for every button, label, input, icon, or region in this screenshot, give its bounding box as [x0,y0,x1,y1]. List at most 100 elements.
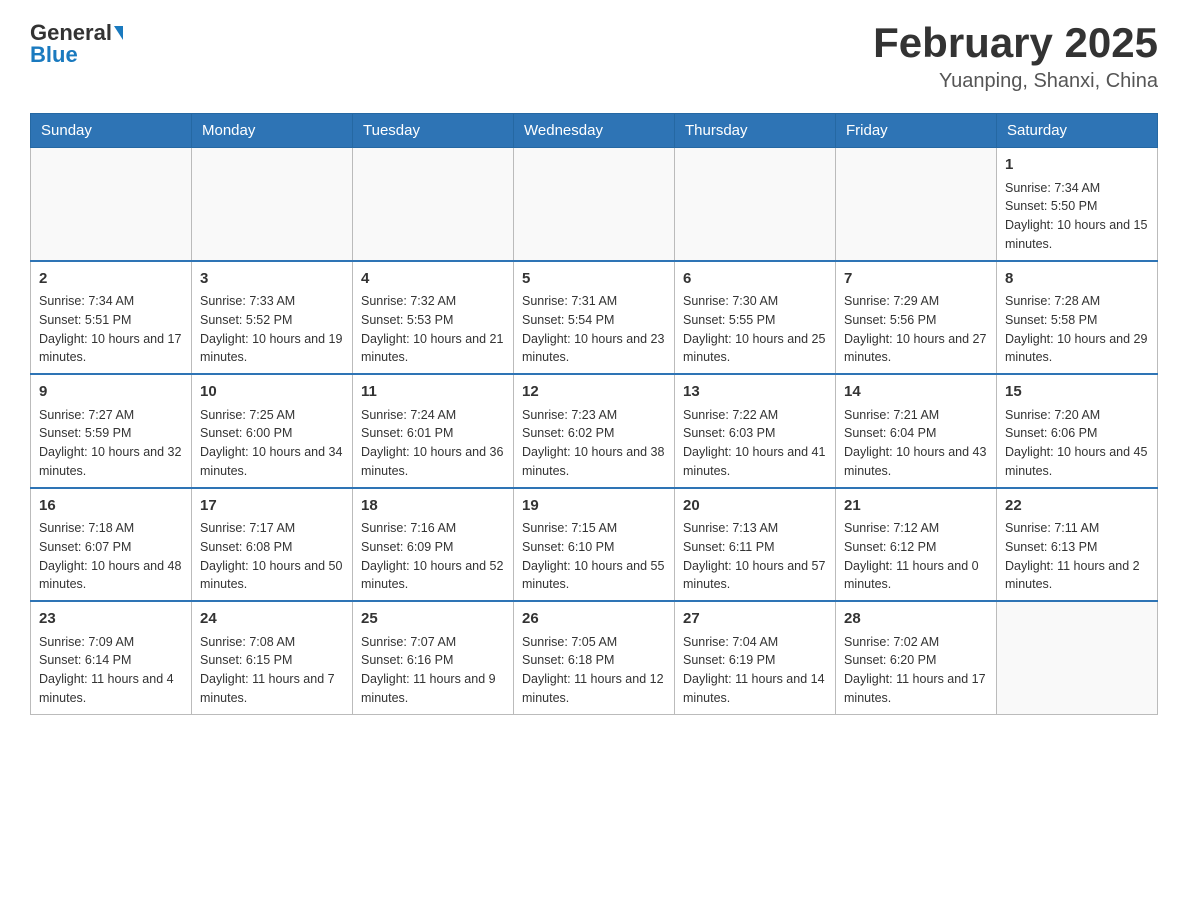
day-number: 15 [1005,381,1149,404]
day-info: Sunrise: 7:20 AMSunset: 6:06 PMDaylight:… [1005,406,1149,481]
calendar-day-cell: 17Sunrise: 7:17 AMSunset: 6:08 PMDayligh… [192,488,353,602]
day-info: Sunrise: 7:34 AMSunset: 5:50 PMDaylight:… [1005,179,1149,254]
day-number: 7 [844,268,988,291]
calendar-day-cell [353,148,514,261]
day-number: 21 [844,495,988,518]
calendar-day-cell [192,148,353,261]
title-block: February 2025 Yuanping, Shanxi, China [873,20,1158,93]
day-number: 5 [522,268,666,291]
calendar-day-cell: 22Sunrise: 7:11 AMSunset: 6:13 PMDayligh… [997,488,1158,602]
page-subtitle: Yuanping, Shanxi, China [873,70,1158,93]
calendar-day-cell: 4Sunrise: 7:32 AMSunset: 5:53 PMDaylight… [353,261,514,375]
day-number: 1 [1005,154,1149,177]
day-info: Sunrise: 7:15 AMSunset: 6:10 PMDaylight:… [522,519,666,594]
day-number: 12 [522,381,666,404]
calendar-day-cell: 10Sunrise: 7:25 AMSunset: 6:00 PMDayligh… [192,374,353,488]
day-number: 10 [200,381,344,404]
calendar-day-cell: 12Sunrise: 7:23 AMSunset: 6:02 PMDayligh… [514,374,675,488]
day-number: 18 [361,495,505,518]
day-number: 25 [361,608,505,631]
calendar-day-header: Thursday [675,114,836,148]
day-number: 23 [39,608,183,631]
day-info: Sunrise: 7:08 AMSunset: 6:15 PMDaylight:… [200,633,344,708]
day-info: Sunrise: 7:34 AMSunset: 5:51 PMDaylight:… [39,292,183,367]
day-info: Sunrise: 7:18 AMSunset: 6:07 PMDaylight:… [39,519,183,594]
calendar-day-cell: 21Sunrise: 7:12 AMSunset: 6:12 PMDayligh… [836,488,997,602]
calendar-day-cell: 28Sunrise: 7:02 AMSunset: 6:20 PMDayligh… [836,601,997,714]
day-number: 8 [1005,268,1149,291]
calendar-day-cell: 11Sunrise: 7:24 AMSunset: 6:01 PMDayligh… [353,374,514,488]
day-number: 17 [200,495,344,518]
calendar-day-cell: 3Sunrise: 7:33 AMSunset: 5:52 PMDaylight… [192,261,353,375]
day-number: 20 [683,495,827,518]
calendar-week-row: 1Sunrise: 7:34 AMSunset: 5:50 PMDaylight… [31,148,1158,261]
calendar-day-cell: 8Sunrise: 7:28 AMSunset: 5:58 PMDaylight… [997,261,1158,375]
logo-triangle-icon [114,26,123,40]
day-info: Sunrise: 7:21 AMSunset: 6:04 PMDaylight:… [844,406,988,481]
calendar-day-cell: 5Sunrise: 7:31 AMSunset: 5:54 PMDaylight… [514,261,675,375]
day-number: 9 [39,381,183,404]
calendar-day-header: Tuesday [353,114,514,148]
calendar-day-cell: 13Sunrise: 7:22 AMSunset: 6:03 PMDayligh… [675,374,836,488]
day-number: 13 [683,381,827,404]
calendar-week-row: 9Sunrise: 7:27 AMSunset: 5:59 PMDaylight… [31,374,1158,488]
calendar-day-header: Wednesday [514,114,675,148]
calendar-day-header: Friday [836,114,997,148]
calendar-header-row: SundayMondayTuesdayWednesdayThursdayFrid… [31,114,1158,148]
day-info: Sunrise: 7:02 AMSunset: 6:20 PMDaylight:… [844,633,988,708]
calendar-day-cell: 18Sunrise: 7:16 AMSunset: 6:09 PMDayligh… [353,488,514,602]
page-header: General Blue February 2025 Yuanping, Sha… [30,20,1158,93]
day-number: 16 [39,495,183,518]
calendar-day-cell: 24Sunrise: 7:08 AMSunset: 6:15 PMDayligh… [192,601,353,714]
day-info: Sunrise: 7:05 AMSunset: 6:18 PMDaylight:… [522,633,666,708]
logo: General Blue [30,20,123,68]
day-info: Sunrise: 7:13 AMSunset: 6:11 PMDaylight:… [683,519,827,594]
day-number: 26 [522,608,666,631]
calendar-day-cell: 6Sunrise: 7:30 AMSunset: 5:55 PMDaylight… [675,261,836,375]
calendar-day-header: Monday [192,114,353,148]
calendar-day-cell [675,148,836,261]
calendar-day-cell: 1Sunrise: 7:34 AMSunset: 5:50 PMDaylight… [997,148,1158,261]
day-info: Sunrise: 7:22 AMSunset: 6:03 PMDaylight:… [683,406,827,481]
day-info: Sunrise: 7:32 AMSunset: 5:53 PMDaylight:… [361,292,505,367]
day-number: 28 [844,608,988,631]
calendar-day-cell [997,601,1158,714]
calendar-day-cell: 9Sunrise: 7:27 AMSunset: 5:59 PMDaylight… [31,374,192,488]
calendar-day-cell: 19Sunrise: 7:15 AMSunset: 6:10 PMDayligh… [514,488,675,602]
day-info: Sunrise: 7:17 AMSunset: 6:08 PMDaylight:… [200,519,344,594]
day-info: Sunrise: 7:28 AMSunset: 5:58 PMDaylight:… [1005,292,1149,367]
day-number: 3 [200,268,344,291]
calendar-day-cell: 7Sunrise: 7:29 AMSunset: 5:56 PMDaylight… [836,261,997,375]
calendar-day-cell: 2Sunrise: 7:34 AMSunset: 5:51 PMDaylight… [31,261,192,375]
day-info: Sunrise: 7:33 AMSunset: 5:52 PMDaylight:… [200,292,344,367]
calendar-day-cell: 26Sunrise: 7:05 AMSunset: 6:18 PMDayligh… [514,601,675,714]
calendar-week-row: 23Sunrise: 7:09 AMSunset: 6:14 PMDayligh… [31,601,1158,714]
day-number: 24 [200,608,344,631]
day-info: Sunrise: 7:23 AMSunset: 6:02 PMDaylight:… [522,406,666,481]
calendar-week-row: 2Sunrise: 7:34 AMSunset: 5:51 PMDaylight… [31,261,1158,375]
day-number: 2 [39,268,183,291]
calendar-day-cell [514,148,675,261]
day-info: Sunrise: 7:25 AMSunset: 6:00 PMDaylight:… [200,406,344,481]
calendar-day-cell [836,148,997,261]
calendar-day-header: Sunday [31,114,192,148]
day-info: Sunrise: 7:29 AMSunset: 5:56 PMDaylight:… [844,292,988,367]
day-number: 14 [844,381,988,404]
day-number: 22 [1005,495,1149,518]
calendar-table: SundayMondayTuesdayWednesdayThursdayFrid… [30,113,1158,715]
logo-blue-text: Blue [30,42,78,68]
day-info: Sunrise: 7:27 AMSunset: 5:59 PMDaylight:… [39,406,183,481]
day-info: Sunrise: 7:24 AMSunset: 6:01 PMDaylight:… [361,406,505,481]
calendar-day-cell: 16Sunrise: 7:18 AMSunset: 6:07 PMDayligh… [31,488,192,602]
day-info: Sunrise: 7:11 AMSunset: 6:13 PMDaylight:… [1005,519,1149,594]
calendar-week-row: 16Sunrise: 7:18 AMSunset: 6:07 PMDayligh… [31,488,1158,602]
day-info: Sunrise: 7:04 AMSunset: 6:19 PMDaylight:… [683,633,827,708]
day-number: 19 [522,495,666,518]
day-number: 6 [683,268,827,291]
calendar-day-header: Saturday [997,114,1158,148]
calendar-day-cell: 20Sunrise: 7:13 AMSunset: 6:11 PMDayligh… [675,488,836,602]
day-number: 11 [361,381,505,404]
day-number: 27 [683,608,827,631]
calendar-day-cell [31,148,192,261]
calendar-day-cell: 14Sunrise: 7:21 AMSunset: 6:04 PMDayligh… [836,374,997,488]
